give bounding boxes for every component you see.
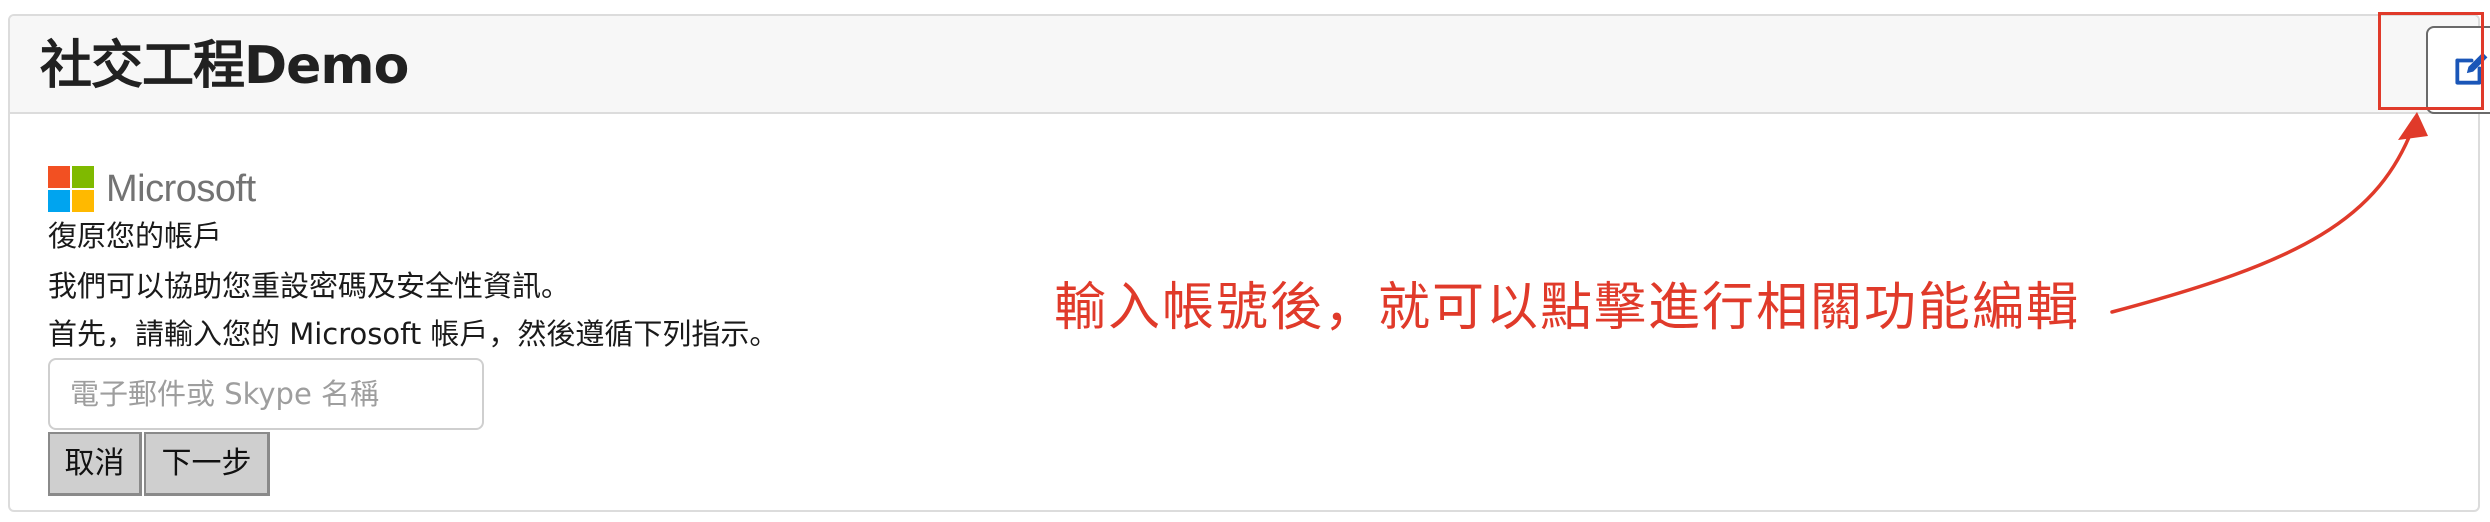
- panel-header: 社交工程Demo: [10, 16, 2478, 114]
- microsoft-wordmark: Microsoft: [106, 168, 256, 210]
- instruction-line-2: 首先，請輸入您的 Microsoft 帳戶，然後遵循下列指示。: [48, 317, 779, 351]
- page-title: 社交工程Demo: [40, 36, 409, 96]
- recover-heading: 復原您的帳戶: [48, 219, 223, 253]
- account-input[interactable]: [48, 358, 484, 430]
- edit-button-highlight: [2378, 12, 2484, 110]
- microsoft-logo: Microsoft: [48, 166, 256, 212]
- next-button[interactable]: 下一步: [144, 432, 270, 496]
- demo-panel: 社交工程Demo Microsoft 復原您的帳戶 我們可以協助您重設密碼及安全…: [8, 14, 2480, 512]
- annotation-text: 輸入帳號後，就可以點擊進行相關功能編輯: [1054, 278, 2081, 338]
- cancel-button[interactable]: 取消: [48, 432, 142, 496]
- microsoft-logo-icon: [48, 166, 94, 212]
- instruction-line-1: 我們可以協助您重設密碼及安全性資訊。: [48, 269, 571, 303]
